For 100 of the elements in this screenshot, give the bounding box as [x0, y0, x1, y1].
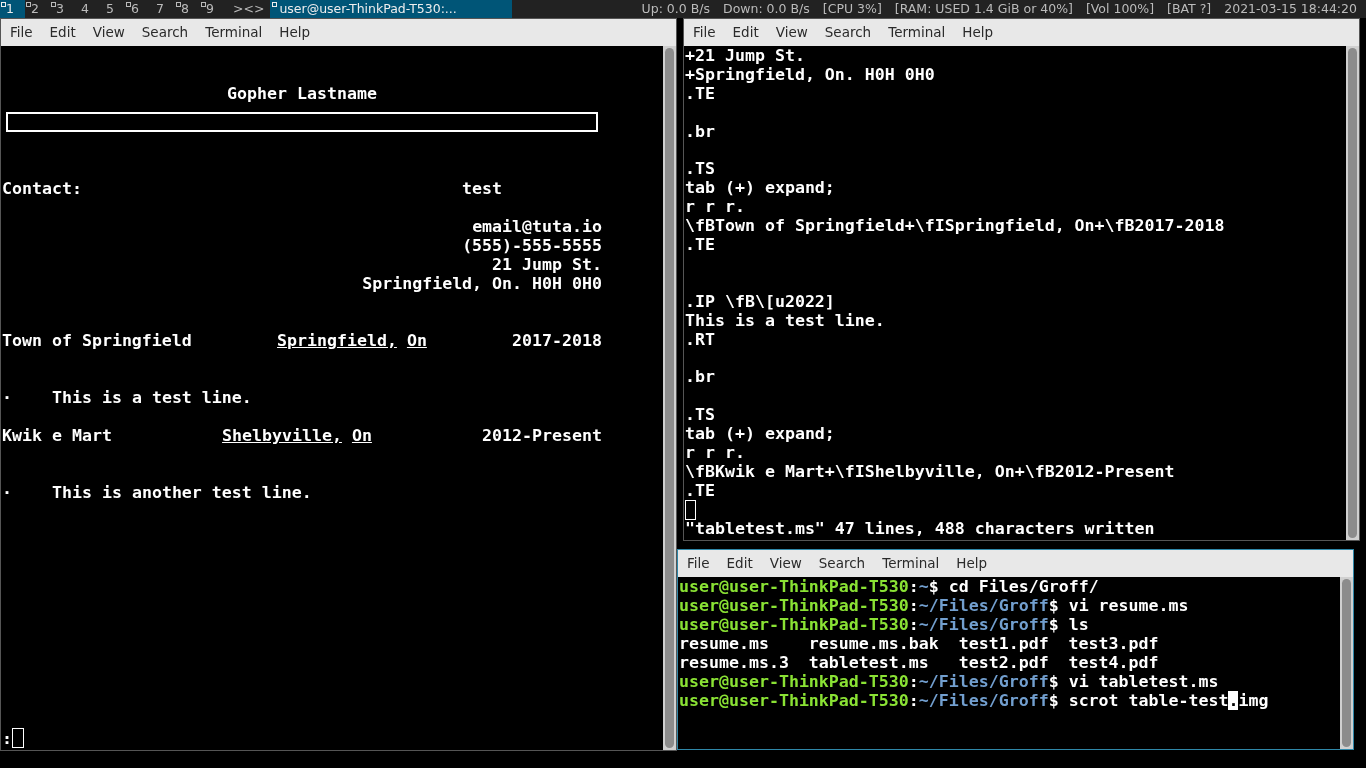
terminal-text: :	[908, 672, 919, 691]
address-line: (555)-555-5555	[462, 236, 602, 255]
editor-line: +21 Jump St.	[684, 46, 806, 65]
bullet-marker: ·	[2, 483, 13, 502]
editor-line: .TS	[684, 405, 716, 425]
editor-line: tab (+) expand;	[684, 424, 836, 444]
contact-value: test	[462, 179, 502, 198]
bullet-text: This is another test line.	[52, 483, 312, 502]
window-indicator-icon	[26, 2, 31, 7]
prompt-path: ~/Files/Groff	[918, 672, 1049, 691]
workspace-tab[interactable]: 3	[50, 0, 75, 18]
menu-item[interactable]: View	[761, 553, 810, 574]
menu-item[interactable]: Edit	[718, 553, 761, 574]
editor-line: .br	[684, 121, 716, 141]
status-item: [CPU 3%]	[822, 0, 882, 18]
employer: Kwik e Mart	[2, 426, 112, 445]
editor-line: This is a test line.	[684, 310, 886, 330]
address-line: Springfield, On. H0H 0H0	[362, 274, 602, 293]
terminal-text: $ vi resume.ms	[1048, 596, 1189, 615]
status-item: [RAM: USED 1.4 GiB or 40%]	[894, 0, 1073, 18]
workspace-tab[interactable]: 4	[75, 0, 100, 18]
prompt-path: ~/Files/Groff	[918, 596, 1049, 615]
menu-item[interactable]: Help	[948, 553, 996, 574]
prompt-path: ~	[918, 577, 929, 596]
region: On	[351, 426, 372, 445]
prompt-user: user@user-ThinkPad-T530	[679, 691, 909, 710]
editor-line: .TE	[684, 235, 716, 255]
menu-item[interactable]: Edit	[41, 22, 84, 43]
terminal-text: :	[908, 691, 919, 710]
status-item: Up: 0.0 B/s	[641, 0, 710, 18]
menu-item[interactable]: View	[84, 22, 133, 43]
terminal-text: $ ls	[1048, 615, 1089, 634]
workspace-tab[interactable]: 7	[150, 0, 175, 18]
workspace-tab[interactable]: 6	[125, 0, 150, 18]
prompt-user: user@user-ThinkPad-T530	[679, 615, 909, 634]
status-message: "tabletest.ms" 47 lines, 488 characters written	[684, 519, 1156, 539]
status-item: [Vol 100%]	[1085, 0, 1155, 18]
document-name: Gopher Lastname	[226, 84, 378, 103]
address-line: email@tuta.io	[472, 217, 602, 236]
editor-line: .TE	[684, 481, 716, 501]
menu-item[interactable]: Help	[271, 22, 319, 43]
prompt-path: ~/Files/Groff	[918, 691, 1049, 710]
menu-item[interactable]: Search	[133, 22, 197, 43]
workspace-tab[interactable]: 2	[25, 0, 50, 18]
window-indicator-icon	[126, 2, 131, 7]
editor-line: r r r.	[684, 197, 746, 217]
terminal-text: $ scrot table-test	[1048, 691, 1229, 710]
command-prompt: :	[2, 728, 12, 748]
menu-item[interactable]: View	[767, 22, 816, 43]
window-title-text: user@user-ThinkPad-T530:...	[279, 1, 457, 16]
editor-line: .TS	[684, 159, 716, 179]
window-indicator-icon	[201, 2, 206, 7]
editor-line: \fBTown of Springfield+\fISpringfield, On+\fB2017-2018	[684, 216, 1226, 236]
text-cursor	[685, 500, 696, 521]
status-item: 2021-03-15 18:44:20	[1224, 0, 1357, 18]
bullet-marker: ·	[2, 388, 13, 407]
text-cursor	[12, 728, 24, 748]
menu-item[interactable]: Terminal	[197, 22, 271, 43]
editor-line: +Springfield, On. H0H 0H0	[684, 65, 936, 84]
bullet-text: This is a test line.	[52, 388, 252, 407]
region: On	[406, 331, 427, 350]
menu-item[interactable]: Search	[810, 553, 874, 574]
terminal-text: resume.ms resume.ms.bak test1.pdf test3.pdf	[679, 634, 1159, 653]
address-line: 21 Jump St.	[492, 255, 602, 274]
workspace-tab[interactable]: 8	[175, 0, 200, 18]
layout-symbol: ><>	[233, 0, 265, 18]
menu-item[interactable]: File	[2, 22, 41, 43]
menu-item[interactable]: Terminal	[880, 22, 954, 43]
editor-line: .TE	[684, 84, 716, 103]
editor-line: \fBKwik e Mart+\fIShelbyville, On+\fB2012-Present	[684, 462, 1176, 482]
menu-item[interactable]: Edit	[724, 22, 767, 43]
workspace-tab[interactable]: 1	[0, 0, 25, 18]
workspace-tab[interactable]: 9	[200, 0, 225, 18]
window-indicator-icon	[51, 2, 56, 7]
menu-item[interactable]: File	[679, 553, 718, 574]
status-item: [BAT ?]	[1167, 0, 1212, 18]
location: Springfield,	[277, 331, 397, 350]
terminal-text: $ vi tabletest.ms	[1048, 672, 1219, 691]
dates: 2012-Present	[482, 426, 602, 445]
window-indicator-icon	[176, 2, 181, 7]
workspace-tab[interactable]: 5	[100, 0, 125, 18]
text-cursor: .	[1228, 691, 1239, 710]
menu-item[interactable]: Terminal	[874, 553, 948, 574]
terminal-text: :	[908, 596, 919, 615]
editor-line: tab (+) expand;	[684, 178, 836, 198]
editor-line: r r r.	[684, 443, 746, 463]
editor-line: .RT	[684, 329, 716, 349]
menu-item[interactable]: Help	[954, 22, 1002, 43]
menu-item[interactable]: Search	[816, 22, 880, 43]
prompt-user: user@user-ThinkPad-T530	[679, 577, 909, 596]
terminal-text: :	[908, 615, 919, 634]
window-indicator-icon	[1, 2, 6, 7]
editor-line: .IP \fB\[u2022]	[684, 291, 836, 311]
contact-label: Contact:	[2, 179, 83, 198]
prompt-path: ~/Files/Groff	[918, 615, 1049, 634]
window-indicator-icon	[272, 2, 278, 7]
dates: 2017-2018	[512, 331, 602, 350]
prompt-user: user@user-ThinkPad-T530	[679, 596, 909, 615]
terminal-text: $ cd Files/Groff/	[928, 577, 1099, 596]
menu-item[interactable]: File	[685, 22, 724, 43]
